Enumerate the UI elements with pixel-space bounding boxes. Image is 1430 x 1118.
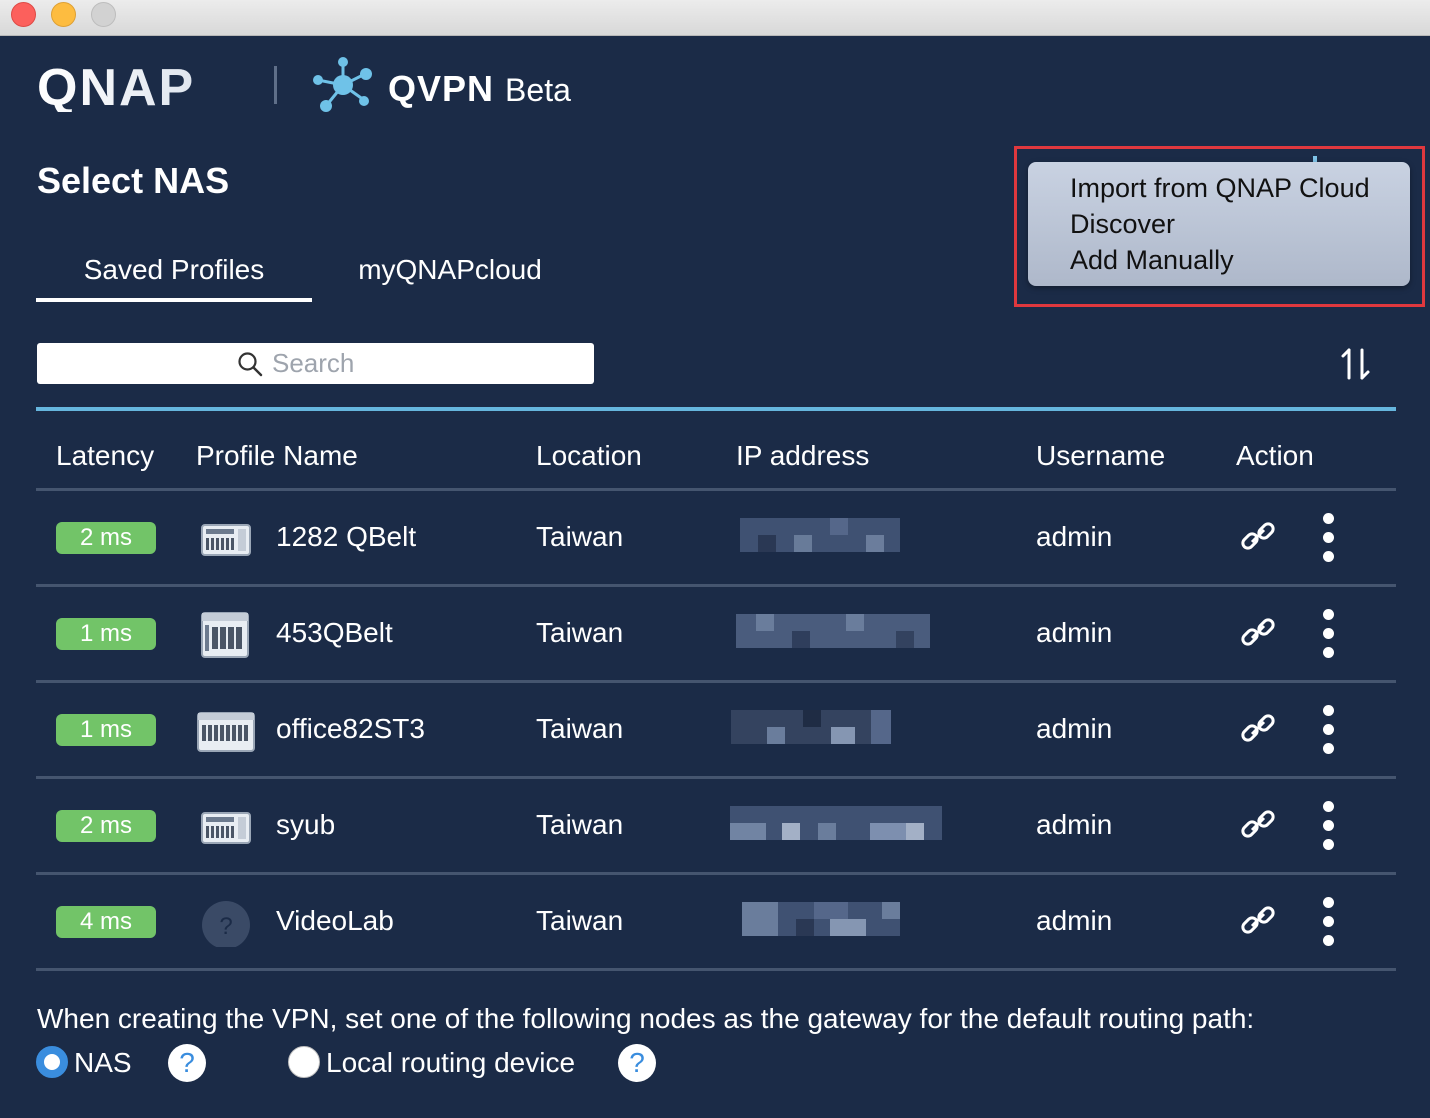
location: Taiwan [536,713,624,744]
column-header-username[interactable]: Username [1036,440,1165,472]
tab-saved-profiles[interactable]: Saved Profiles [36,254,312,302]
window-titlebar [0,0,1430,36]
table-row[interactable]: 1 ms office82ST3 Taiwan admin [36,683,1396,779]
window-close-button[interactable] [11,2,36,27]
nas-rack-wide-icon [197,712,255,752]
column-header-action: Action [1236,440,1314,471]
location: Taiwan [536,617,624,648]
menu-item-discover[interactable]: Discover [1070,206,1410,242]
nas-rack-small-icon [201,812,251,844]
username: admin [1036,521,1113,552]
ip-address-redacted [731,710,891,744]
help-nas-icon[interactable]: ? [168,1044,206,1082]
gateway-instruction: When creating the VPN, set one of the fo… [37,1003,1255,1034]
qvpn-network-icon [313,57,372,112]
nas-rack-small-icon [201,524,251,556]
search-icon [238,352,263,377]
profile-name: VideoLab [276,905,394,936]
table-top-divider [36,407,1396,411]
ip-address-redacted [726,902,900,936]
radio-nas[interactable] [36,1046,68,1078]
ip-address-redacted [736,614,930,648]
table-row[interactable]: 1 ms 453QBelt Taiwan admin [36,587,1396,683]
profile-name: 1282 QBelt [276,521,417,552]
tab-myqnapcloud[interactable]: myQNAPcloud [340,254,560,302]
ip-address-redacted [730,806,942,840]
username: admin [1036,617,1113,648]
profile-name: syub [276,809,336,840]
location: Taiwan [536,521,624,552]
profile-name: 453QBelt [276,617,393,648]
app-title: QVPN Beta [388,68,571,110]
table-row[interactable]: 2 ms 1282 QBelt Taiwan admin [36,491,1396,587]
username: admin [1036,905,1113,936]
qnap-logo: QNAP [37,62,195,112]
column-header-latency[interactable]: Latency [56,440,154,472]
connect-link-icon[interactable] [1238,708,1278,748]
column-header-ip-address[interactable]: IP address [736,440,869,472]
table-row[interactable]: 4 ms ? VideoLab Taiwan admin [36,875,1396,971]
search-input[interactable] [272,347,572,379]
sort-icon[interactable] [1338,346,1374,382]
connect-link-icon[interactable] [1238,516,1278,556]
unknown-device-icon: ? [202,901,250,947]
header-divider [274,66,277,104]
location: Taiwan [536,809,624,840]
profile-name: office82ST3 [276,713,425,744]
latency-badge: 4 ms [56,906,156,938]
nas-tower-icon [201,612,249,658]
connect-link-icon[interactable] [1238,804,1278,844]
column-header-location[interactable]: Location [536,440,642,472]
latency-badge: 1 ms [56,714,156,746]
location: Taiwan [536,905,624,936]
more-options-icon[interactable] [1314,801,1342,851]
brand-text: QNAP [37,62,195,112]
help-local-routing-icon[interactable]: ? [618,1044,656,1082]
latency-badge: 2 ms [56,810,156,842]
add-nas-dropdown: Import from QNAP Cloud Discover Add Manu… [1028,162,1410,286]
app-beta-label: Beta [505,72,571,108]
latency-badge: 1 ms [56,618,156,650]
username: admin [1036,713,1113,744]
search-box[interactable] [37,343,594,384]
menu-item-add-manually[interactable]: Add Manually [1070,242,1410,278]
radio-label-nas[interactable]: NAS [74,1047,132,1079]
page-title: Select NAS [37,160,230,201]
username: admin [1036,809,1113,840]
window-minimize-button[interactable] [51,2,76,27]
more-options-icon[interactable] [1314,897,1342,947]
window-zoom-button[interactable] [91,2,116,27]
connect-link-icon[interactable] [1238,900,1278,940]
connect-link-icon[interactable] [1238,612,1278,652]
radio-local-routing-device[interactable] [288,1046,320,1078]
radio-label-local-routing-device[interactable]: Local routing device [326,1047,575,1079]
more-options-icon[interactable] [1314,513,1342,563]
ip-address-redacted [740,518,900,552]
app-name: QVPN [388,68,495,109]
unknown-device-glyph: ? [219,913,232,940]
menu-item-import-qnap-cloud[interactable]: Import from QNAP Cloud [1070,170,1410,206]
latency-badge: 2 ms [56,522,156,554]
more-options-icon[interactable] [1314,609,1342,659]
table-row[interactable]: 2 ms syub Taiwan admin [36,779,1396,875]
more-options-icon[interactable] [1314,705,1342,755]
column-header-profile-name[interactable]: Profile Name [196,440,358,472]
